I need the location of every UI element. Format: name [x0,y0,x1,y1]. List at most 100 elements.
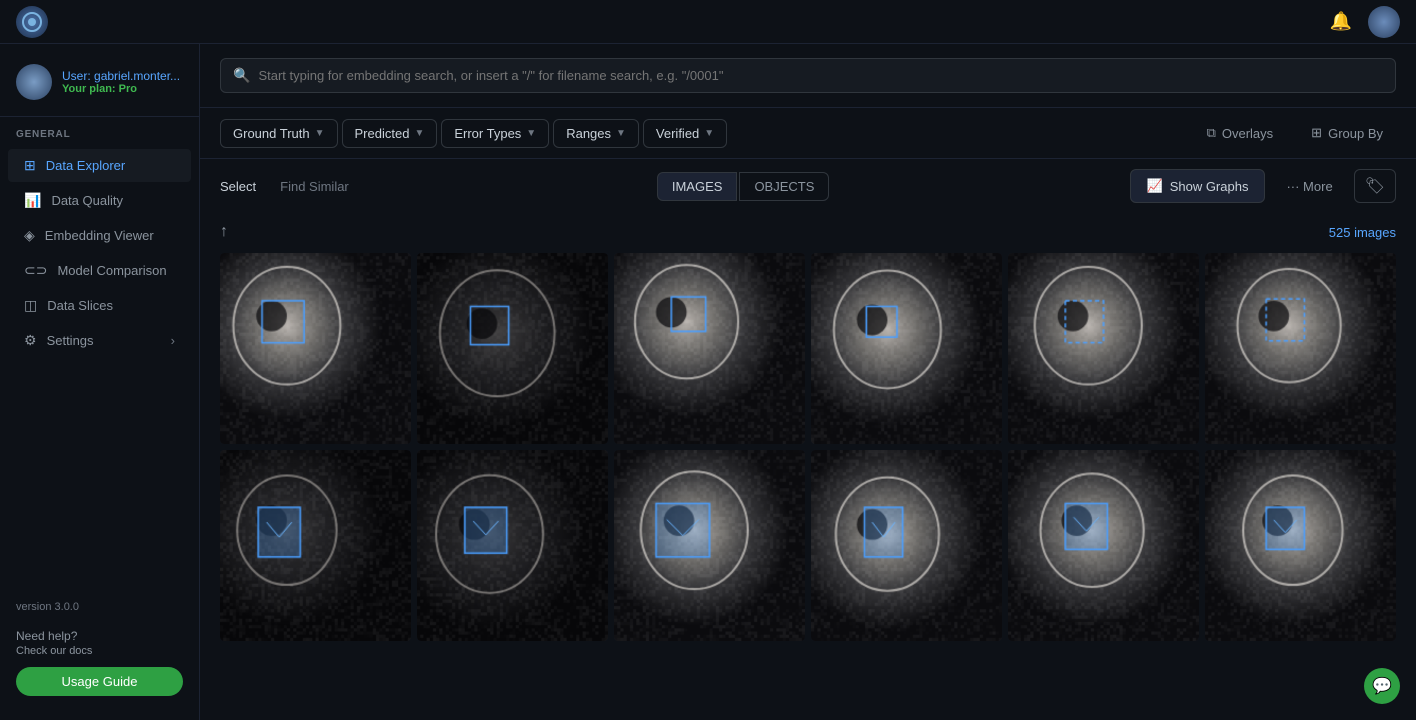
search-input[interactable] [258,68,1383,83]
app-logo[interactable] [16,6,48,38]
sidebar-item-data-explorer[interactable]: ⊞ Data Explorer [8,149,191,182]
image-grid [220,253,1396,641]
usage-guide-button[interactable]: Usage Guide [16,667,183,696]
grid-item[interactable] [1205,450,1396,641]
sidebar-avatar [16,64,52,100]
grid-item[interactable] [417,450,608,641]
mri-image [417,450,608,641]
model-comparison-icon: ⊂⊃ [24,262,47,279]
sort-arrow-icon[interactable]: ↑ [220,223,228,241]
ground-truth-filter[interactable]: Ground Truth ▼ [220,119,338,148]
predicted-chevron-icon: ▼ [414,128,424,139]
ranges-filter[interactable]: Ranges ▼ [553,119,639,148]
verified-filter[interactable]: Verified ▼ [643,119,727,148]
grid-item[interactable] [1008,450,1199,641]
search-bar: 🔍 [200,44,1416,108]
show-graphs-button[interactable]: 📈 Show Graphs [1130,169,1266,203]
overlays-label: Overlays [1222,126,1273,141]
groupby-button[interactable]: ⊞ Group By [1298,118,1396,148]
grid-item[interactable] [220,253,411,444]
sidebar-item-label: Data Explorer [46,158,125,173]
sidebar-item-data-slices[interactable]: ◫ Data Slices [8,289,191,322]
predicted-filter[interactable]: Predicted ▼ [342,119,438,148]
overlays-button[interactable]: ⧉ Overlays [1194,118,1287,148]
settings-arrow-icon: › [171,333,175,348]
ranges-label: Ranges [566,126,611,141]
search-input-wrap: 🔍 [220,58,1396,93]
predicted-label: Predicted [355,126,410,141]
user-plan: Your plan: Pro [62,83,180,95]
need-help-text: Need help? [16,629,183,643]
version-label: version 3.0.0 [0,597,199,617]
user-details: User: gabriel.monter... Your plan: Pro [62,69,180,95]
settings-icon: ⚙ [24,332,37,349]
user-avatar[interactable] [1368,6,1400,38]
sidebar-item-label: Embedding Viewer [45,228,154,243]
mri-image [811,253,1002,444]
select-button[interactable]: Select [220,175,256,198]
notification-bell-icon[interactable]: 🔔 [1330,11,1352,32]
topbar: 🔔 [0,0,1416,44]
mri-image [1205,450,1396,641]
find-similar-button[interactable]: Find Similar [272,175,357,198]
objects-toggle[interactable]: OBJECTS [739,172,829,201]
chat-bubble[interactable]: 💬 [1364,668,1400,704]
sidebar-item-settings[interactable]: ⚙ Settings › [8,324,191,357]
toolbar-left: Select Find Similar [220,175,357,198]
images-toggle[interactable]: IMAGES [657,172,738,201]
mri-image [417,253,608,444]
tag-button[interactable]: 🏷 [1354,169,1396,203]
ground-truth-label: Ground Truth [233,126,310,141]
data-slices-icon: ◫ [24,297,37,314]
user-info: User: gabriel.monter... Your plan: Pro [0,56,199,117]
grid-item[interactable] [614,253,805,444]
verified-chevron-icon: ▼ [704,128,714,139]
grid-item[interactable] [417,253,608,444]
more-button[interactable]: ··· More [1273,172,1345,201]
sidebar-item-data-quality[interactable]: 📊 Data Quality [8,184,191,217]
mri-image [1008,450,1199,641]
mri-image [1205,253,1396,444]
image-grid-area: ↑ 525 images [200,213,1416,720]
ranges-chevron-icon: ▼ [616,128,626,139]
filter-left: Ground Truth ▼ Predicted ▼ Error Types ▼… [220,119,727,148]
overlays-icon: ⧉ [1207,125,1216,141]
verified-label: Verified [656,126,699,141]
grid-item[interactable] [811,253,1002,444]
sidebar-item-label: Data Quality [51,193,123,208]
error-types-label: Error Types [454,126,521,141]
sidebar-item-model-comparison[interactable]: ⊂⊃ Model Comparison [8,254,191,287]
sidebar: User: gabriel.monter... Your plan: Pro G… [0,44,200,720]
mri-image [220,450,411,641]
toolbar: Select Find Similar IMAGES OBJECTS 📈 Sho… [200,159,1416,213]
sidebar-item-embedding-viewer[interactable]: ◈ Embedding Viewer [8,219,191,252]
data-quality-icon: 📊 [24,192,41,209]
sidebar-item-label: Settings [47,333,94,348]
data-explorer-icon: ⊞ [24,157,36,174]
tag-icon: 🏷 [1365,178,1385,195]
general-section-label: GENERAL [0,129,199,148]
main-layout: User: gabriel.monter... Your plan: Pro G… [0,44,1416,720]
embedding-icon: ◈ [24,227,35,244]
grid-item[interactable] [1008,253,1199,444]
chat-icon: 💬 [1372,676,1392,696]
grid-item[interactable] [220,450,411,641]
sidebar-footer: Need help? Check our docs Usage Guide [0,617,199,708]
grid-item[interactable] [614,450,805,641]
filter-right: ⧉ Overlays ⊞ Group By [1194,118,1396,148]
ground-truth-chevron-icon: ▼ [315,128,325,139]
topbar-right: 🔔 [1330,6,1400,38]
mri-image [811,450,1002,641]
error-types-filter[interactable]: Error Types ▼ [441,119,549,148]
groupby-icon: ⊞ [1311,125,1322,141]
sidebar-item-label: Data Slices [47,298,113,313]
mri-image [220,253,411,444]
filter-bar: Ground Truth ▼ Predicted ▼ Error Types ▼… [200,108,1416,159]
grid-item[interactable] [1205,253,1396,444]
mri-image [1008,253,1199,444]
mri-image [614,253,805,444]
image-count: 525 images [1329,225,1396,240]
grid-header: ↑ 525 images [220,213,1396,253]
user-name: User: gabriel.monter... [62,69,180,83]
grid-item[interactable] [811,450,1002,641]
